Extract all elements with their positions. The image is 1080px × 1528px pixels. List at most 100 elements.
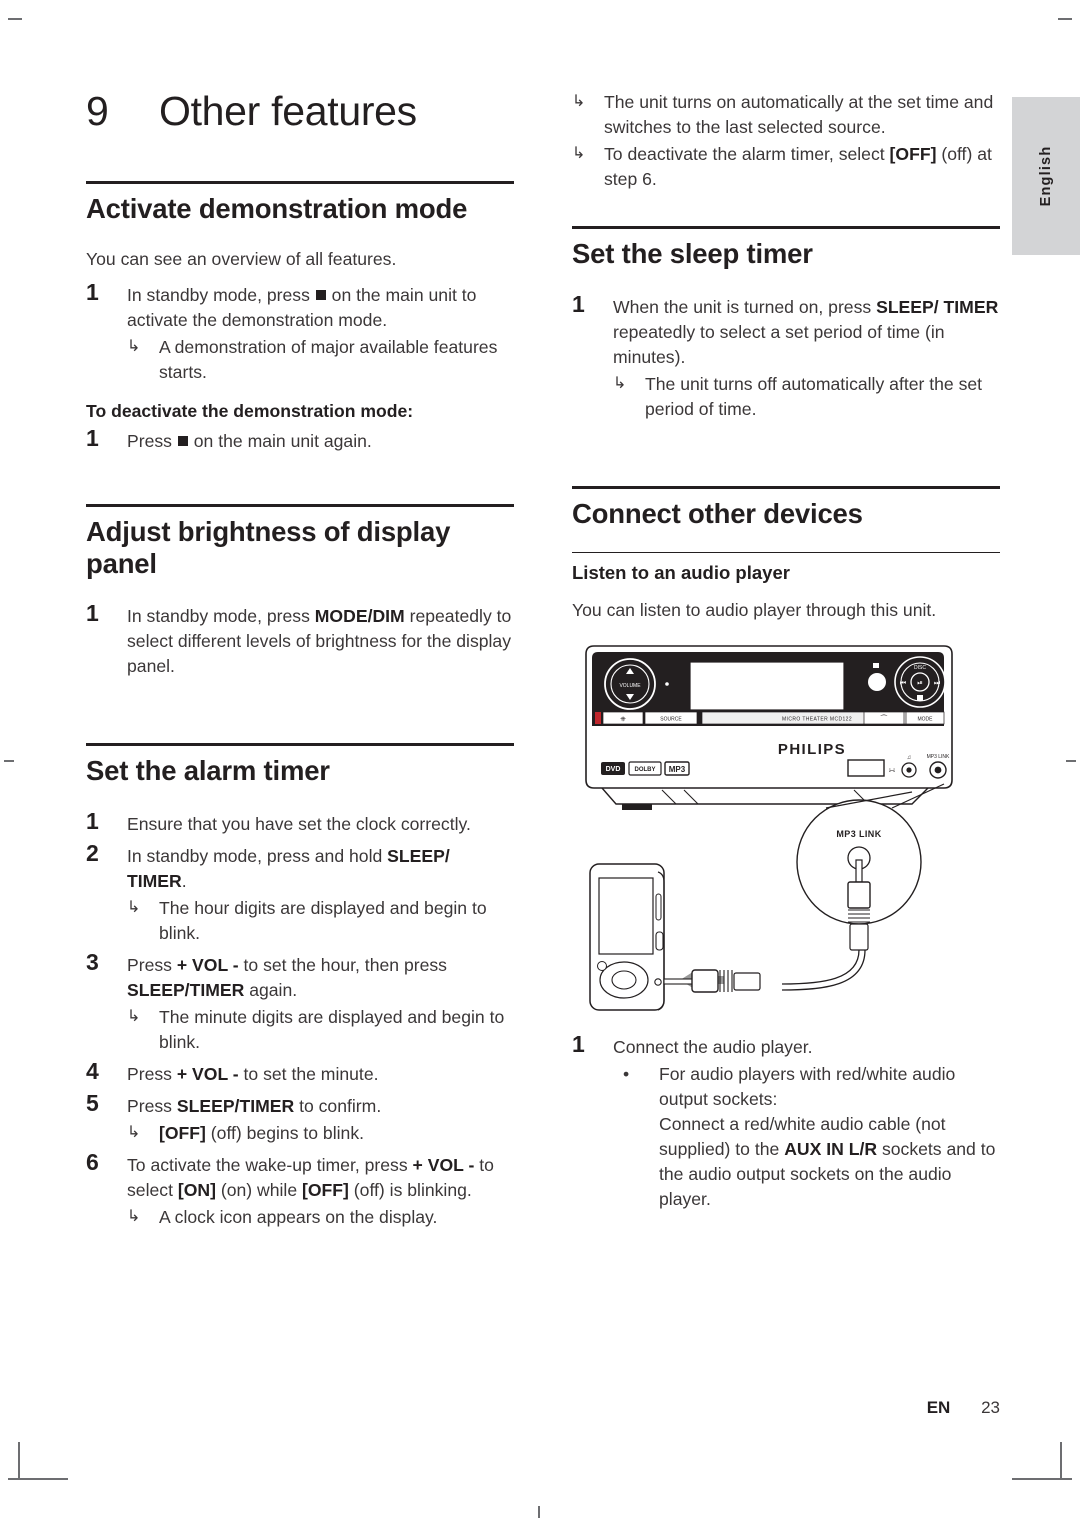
audio-player-button-a	[597, 961, 607, 972]
step-text: Press on the main unit again.	[127, 426, 514, 454]
crop-mark-top-right	[1058, 18, 1072, 20]
mode-button-label: MODE	[918, 717, 934, 723]
strip-accent	[595, 712, 601, 725]
mp3-link-jack-hole	[934, 767, 942, 774]
audio-player-headphone-jack	[654, 978, 662, 987]
subsection-rule	[572, 551, 1000, 553]
section-rule	[86, 181, 514, 184]
callout-plug-strain	[849, 923, 869, 952]
mp3-link-jack-label: MP3 LINK	[927, 754, 950, 760]
key-label-aux-in: AUX IN L/R	[784, 1139, 878, 1160]
previous-track-icon: ⏮	[900, 680, 906, 687]
dolby-logo-text: DOLBY	[635, 767, 656, 773]
step-number: 1	[86, 278, 99, 305]
step-text-part-b: to set the hour, then press	[238, 955, 447, 976]
result-text: A demonstration of major available featu…	[159, 336, 498, 382]
audio-player-screen	[598, 877, 654, 956]
next-track-icon: ⏭	[934, 680, 941, 687]
result-text-rest: (off) begins to blink.	[205, 1122, 365, 1143]
list-item: 4 Press + VOL - to set the minute.	[86, 1058, 514, 1087]
key-label-vol: + VOL -	[176, 955, 239, 976]
result-arrow-icon: ↳	[613, 374, 627, 392]
stop-button-icon	[917, 695, 923, 702]
footer-page-number: 23	[981, 1398, 1000, 1417]
power-icon: ⎈	[620, 716, 626, 723]
bullet-icon: •	[623, 1064, 630, 1085]
section-adjust-brightness: Adjust brightness of display panel 1 In …	[86, 503, 514, 680]
bullet-text-part-a: For audio players with red/white audio o…	[659, 1064, 956, 1110]
result-text: The hour digits are displayed and begin …	[159, 898, 487, 944]
crop-mark-bottom-right-v	[1060, 1442, 1062, 1480]
key-label-sleep-timer: SLEEP/ TIMER	[876, 296, 999, 317]
step-text-part-b: .	[181, 871, 187, 892]
step-text: To activate the wake-up timer, press + V…	[127, 1150, 514, 1230]
source-button-label: SOURCE	[660, 717, 682, 723]
chapter-heading: 9 Other features	[86, 88, 514, 135]
mp3-link-callout-label: MP3 LINK	[836, 829, 881, 839]
result-arrow-icon: ↳	[572, 93, 586, 110]
display-value-on: [ON]	[177, 1179, 216, 1200]
list-item: 1 Connect the audio player. • For audio …	[572, 1032, 1000, 1212]
alarm-timer-step-list: 1 Ensure that you have set the clock cor…	[86, 809, 514, 1230]
cable-segment-a	[781, 950, 860, 986]
connection-diagram: VOLUME ⏯ DISC ⏮ ⏭ ⎈ SOURCE MICRO THEATER…	[572, 632, 1000, 1032]
key-label-mode-dim: MODE/DIM	[314, 606, 405, 627]
connect-intro-text: You can listen to audio player through t…	[572, 599, 937, 620]
player-plug-strain	[733, 972, 761, 992]
section-connect-other-devices: Connect other devices Listen to an audio…	[572, 485, 1000, 1213]
unit-foot	[622, 804, 652, 811]
step-text: In standby mode, press and hold SLEEP/ T…	[127, 841, 514, 946]
display-value-off: [OFF]	[159, 1122, 206, 1143]
step-text-part-a: In standby mode, press	[127, 606, 315, 627]
list-item: 5 Press SLEEP/TIMER to confirm. ↳ [OFF] …	[86, 1090, 514, 1146]
audio-player-center-button	[611, 970, 637, 991]
subsection-heading-listen-audio-player: Listen to an audio player	[572, 561, 790, 583]
result-arrow-icon: ↳	[127, 1123, 141, 1141]
player-plug-body	[691, 969, 719, 994]
step-text-part-a: Press	[127, 1095, 177, 1116]
crop-mark-bottom-left-v	[18, 1442, 20, 1480]
step-text: Connect the audio player. • For audio pl…	[613, 1032, 1000, 1212]
result-arrow-icon: ↳	[127, 1207, 141, 1225]
result-arrow-icon: ↳	[127, 899, 141, 917]
section-heading-connect-other-devices: Connect other devices	[572, 497, 863, 529]
unit-base-line-a	[661, 790, 677, 805]
step-result: ↳ The unit turns on automatically at the…	[572, 90, 1000, 140]
play-pause-icon: ⏯	[917, 680, 923, 687]
result-text-part-a: To deactivate the alarm timer, select	[604, 143, 890, 164]
key-label-vol: + VOL -	[176, 1063, 239, 1084]
section-alarm-timer: Set the alarm timer 1 Ensure that you ha…	[86, 743, 514, 1229]
step-text-part-b: on the main unit again.	[188, 430, 372, 451]
player-plug-pin	[663, 978, 695, 986]
result-arrow-icon: ↳	[127, 1008, 141, 1026]
stop-square-icon	[315, 289, 326, 300]
result-text: The minute digits are displayed and begi…	[159, 1007, 505, 1052]
crop-mark-right-middle	[1066, 760, 1076, 762]
chapter-title: Other features	[159, 88, 417, 134]
display-value-off: [OFF]	[302, 1179, 349, 1200]
language-tab-label: English	[1038, 145, 1054, 207]
step-text-part-b: repeatedly to select a set period of tim…	[613, 321, 945, 367]
step-text-part-b: to set the minute.	[238, 1063, 379, 1084]
alarm-timer-results-continued: ↳ The unit turns on automatically at the…	[572, 90, 1000, 192]
crop-mark-bottom-center	[538, 1506, 540, 1518]
list-item: 1 When the unit is turned on, press SLEE…	[572, 291, 1000, 422]
crop-mark-left-middle	[4, 760, 14, 762]
crop-mark-top-left	[8, 18, 22, 20]
list-item: 3 Press + VOL - to set the hour, then pr…	[86, 949, 514, 1055]
ir-sensor	[868, 673, 886, 692]
callout-plug-body	[847, 881, 871, 910]
step-result: ↳ The hour digits are displayed and begi…	[127, 896, 514, 946]
audio-player-volume-slider	[655, 893, 662, 921]
result-text: To deactivate the alarm timer, select [O…	[604, 142, 1000, 192]
list-item: 1 Press on the main unit again.	[86, 425, 514, 454]
step-text: Press SLEEP/TIMER to confirm. ↳ [OFF] (o…	[127, 1091, 514, 1146]
headphone-icon: ♫	[907, 755, 912, 761]
step-text-part-a: Press	[127, 1063, 177, 1084]
display-panel	[689, 661, 845, 712]
page-footer: EN 23	[0, 1398, 1080, 1418]
key-label-vol: + VOL -	[412, 1154, 475, 1175]
section-rule	[86, 743, 514, 747]
unit-base-line-b	[683, 790, 699, 805]
usb-icon: ∺	[889, 766, 896, 775]
